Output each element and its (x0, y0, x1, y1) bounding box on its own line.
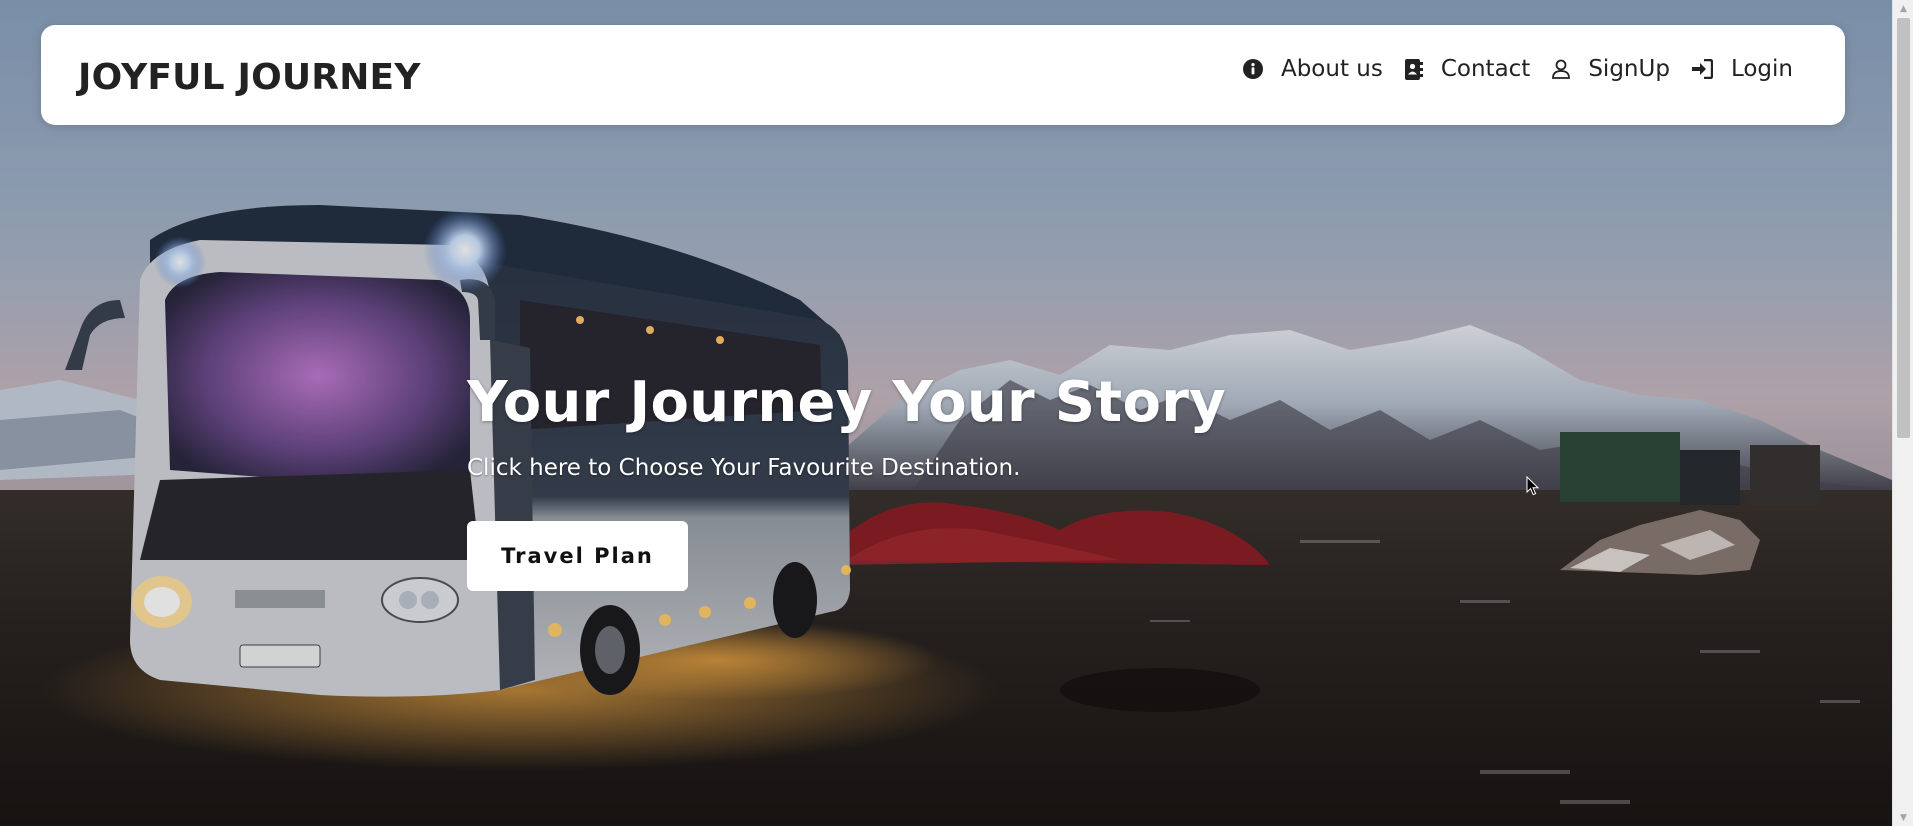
nav-about-us[interactable]: About us (1242, 56, 1383, 82)
info-circle-icon (1242, 59, 1263, 79)
hero-content: Your Journey Your Story Click here to Ch… (467, 370, 1226, 591)
nav-signup[interactable]: SignUp (1552, 56, 1670, 82)
vertical-scrollbar[interactable]: ▲ ▼ (1892, 0, 1913, 826)
hero-subtitle[interactable]: Click here to Choose Your Favourite Dest… (467, 455, 1226, 481)
nav-login-label: Login (1730, 56, 1793, 82)
top-navbar: JOYFUL JOURNEY About us Contact SignUp L… (41, 25, 1845, 125)
scroll-down-arrow-icon[interactable]: ▼ (1893, 809, 1913, 826)
sign-in-icon (1691, 59, 1713, 79)
brand-logo[interactable]: JOYFUL JOURNEY (78, 57, 421, 98)
nav-links: About us Contact SignUp Login (1242, 56, 1793, 82)
nav-about-us-label: About us (1280, 56, 1383, 82)
nav-contact-label: Contact (1440, 56, 1531, 82)
nav-signup-label: SignUp (1588, 56, 1670, 82)
page-viewport: JOYFUL JOURNEY About us Contact SignUp L… (0, 0, 1913, 826)
travel-plan-button[interactable]: Travel Plan (467, 521, 688, 591)
hero-title: Your Journey Your Story (467, 370, 1226, 435)
scrollbar-thumb[interactable] (1897, 18, 1910, 438)
nav-contact[interactable]: Contact (1404, 56, 1531, 82)
user-icon (1552, 59, 1571, 79)
nav-login[interactable]: Login (1691, 56, 1793, 82)
mouse-cursor-icon (1526, 476, 1540, 496)
scroll-up-arrow-icon[interactable]: ▲ (1893, 0, 1913, 17)
address-book-icon (1404, 58, 1423, 80)
